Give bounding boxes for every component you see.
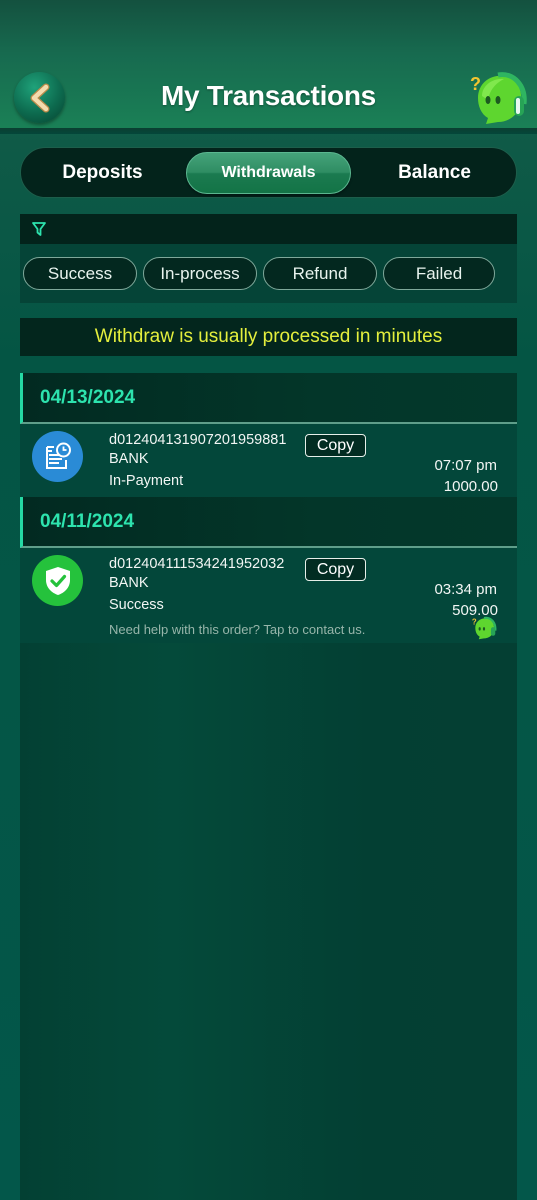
tab-balance[interactable]: Balance [353,152,516,194]
filter-chip-refund[interactable]: Refund [263,257,377,290]
filter-icon[interactable] [31,221,47,237]
date-header: 04/13/2024 [20,373,517,424]
filter-chip-in-process[interactable]: In-process [143,257,257,290]
transaction-time: 07:07 pm [434,457,497,474]
payment-channel: BANK [109,451,149,467]
page-title: My Transactions [161,80,376,111]
document-clock-icon [32,431,83,482]
shield-check-icon [32,555,83,606]
order-id: d012404111534241952032 [109,556,285,572]
order-id: d012404131907201959881 [109,432,287,448]
date-header: 04/11/2024 [20,497,517,548]
transaction-item[interactable]: d012404111534241952032 Copy BANK Success… [20,548,517,643]
customer-support-mascot-icon[interactable]: ? [471,615,497,641]
transaction-status: Success [109,597,164,613]
filter-chip-success[interactable]: Success [23,257,137,290]
copy-button[interactable]: Copy [305,434,366,457]
transaction-status: In-Payment [109,473,184,489]
transaction-item[interactable]: d012404131907201959881 Copy BANK In-Paym… [20,424,517,497]
payment-channel: BANK [109,575,149,591]
filter-chip-failed[interactable]: Failed [383,257,495,290]
customer-support-mascot-icon: ? [470,72,527,124]
copy-button[interactable]: Copy [305,558,366,581]
transaction-list: 04/13/2024 d012404131907201959881 Copy B… [20,373,517,1200]
filter-chip-group: Success In-process Refund Failed [20,244,517,303]
tab-withdrawals[interactable]: Withdrawals [186,151,351,194]
header-bar: My Transactions ? [0,0,537,134]
transaction-type-tabs: Deposits Withdrawals Balance [20,147,517,198]
customer-support-button[interactable]: ? [468,68,528,128]
filter-bar [20,214,517,244]
help-contact-link[interactable]: Need help with this order? Tap to contac… [109,622,365,637]
processing-notice: Withdraw is usually processed in minutes [20,318,517,356]
transaction-time: 03:34 pm [434,581,497,598]
tab-deposits[interactable]: Deposits [21,152,184,194]
transaction-amount: 1000.00 [443,478,498,495]
